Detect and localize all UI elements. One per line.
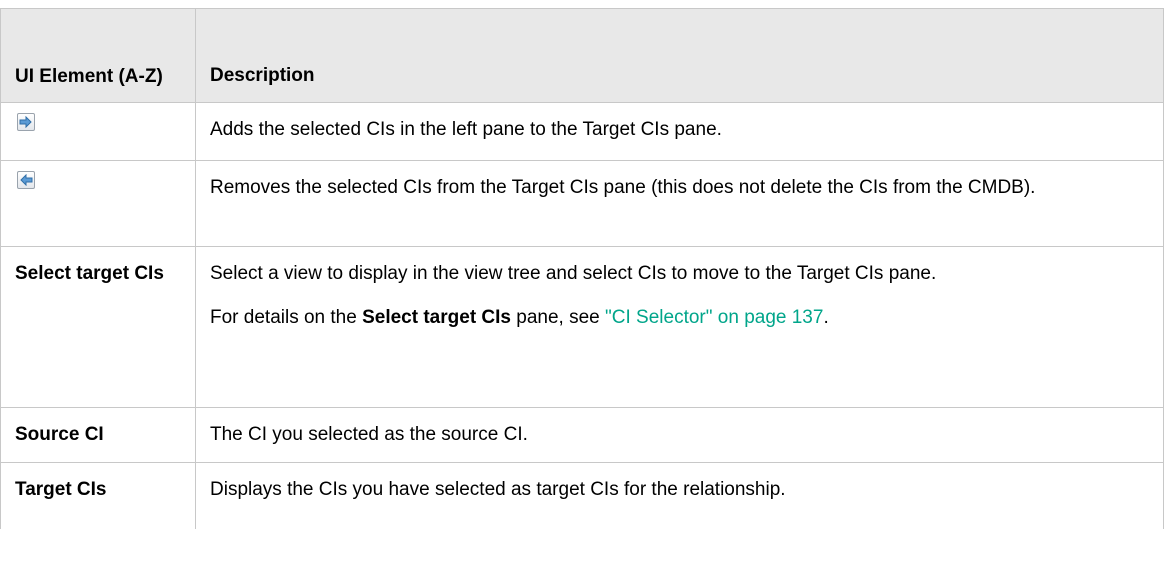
row-description-cell: Select a view to display in the view tre…	[195, 246, 1164, 408]
details-middle: pane, see	[511, 307, 606, 328]
table-row: Source CI The CI you selected as the sou…	[0, 407, 1164, 463]
table-row: Removes the selected CIs from the Target…	[0, 160, 1164, 247]
header-ui-element-label: UI Element (A-Z)	[15, 66, 163, 87]
header-description: Description	[195, 8, 1164, 103]
details-prefix: For details on the	[210, 307, 363, 328]
arrow-right-icon	[17, 113, 35, 131]
row-description-text: Select a view to display in the view tre…	[210, 263, 937, 284]
row-description-cell: The CI you selected as the source CI.	[195, 407, 1164, 463]
header-ui-element: UI Element (A-Z)	[0, 8, 196, 103]
details-suffix: .	[823, 307, 829, 328]
row-element-name: Source CI	[0, 407, 196, 463]
row-details-text: For details on the Select target CIs pan…	[210, 303, 1149, 333]
table-row: Target CIs Displays the CIs you have sel…	[0, 462, 1164, 529]
row-element-cell	[0, 102, 196, 161]
row-description-cell: Displays the CIs you have selected as ta…	[195, 462, 1164, 529]
details-bold: Select target CIs	[362, 307, 511, 328]
row-description-cell: Removes the selected CIs from the Target…	[195, 160, 1164, 247]
ui-elements-table: UI Element (A-Z) Description Adds the se…	[0, 8, 1164, 529]
table-row: Adds the selected CIs in the left pane t…	[0, 102, 1164, 161]
table-row: Select target CIs Select a view to displ…	[0, 246, 1164, 408]
row-element-name: Select target CIs	[0, 246, 196, 408]
ci-selector-link[interactable]: "CI Selector" on page 137	[605, 307, 823, 328]
arrow-left-icon	[17, 171, 35, 189]
row-element-name: Target CIs	[0, 462, 196, 529]
row-description-cell: Adds the selected CIs in the left pane t…	[195, 102, 1164, 161]
row-element-cell	[0, 160, 196, 247]
table-header-row: UI Element (A-Z) Description	[0, 8, 1164, 103]
